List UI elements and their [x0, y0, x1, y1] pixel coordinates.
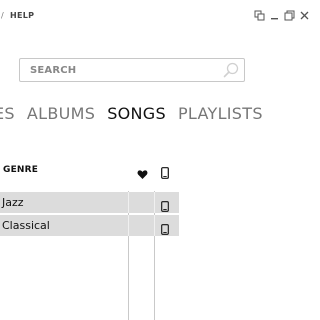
row-genre: Classical	[2, 219, 50, 232]
tab-albums[interactable]: ALBUMS	[27, 104, 95, 123]
cell-divider	[128, 192, 129, 213]
table-row[interactable]: Classical	[0, 215, 179, 236]
search-icon[interactable]	[223, 62, 239, 78]
minimize-icon[interactable]	[269, 10, 280, 21]
heart-icon[interactable]	[137, 165, 148, 179]
cell-divider	[154, 192, 155, 213]
menu-separator: /	[1, 10, 4, 20]
miniplayer-icon[interactable]	[254, 10, 265, 21]
table-row[interactable]: Jazz	[0, 192, 179, 213]
phone-icon[interactable]	[161, 220, 169, 235]
restore-icon[interactable]	[284, 10, 295, 21]
menu-bar: / HELP	[0, 9, 34, 21]
cell-divider	[154, 215, 155, 236]
cell-divider	[128, 215, 129, 236]
library-tabs: ES ALBUMS SONGS PLAYLISTS	[0, 104, 263, 123]
close-icon[interactable]	[299, 10, 310, 21]
menu-help[interactable]: HELP	[10, 11, 34, 20]
phone-icon[interactable]	[161, 197, 169, 212]
tab-playlists[interactable]: PLAYLISTS	[178, 104, 263, 123]
phone-icon[interactable]	[161, 164, 169, 179]
search-input[interactable]	[30, 63, 210, 78]
window-controls	[254, 10, 310, 21]
row-genre: Jazz	[2, 196, 24, 209]
tab-genres[interactable]: ES	[0, 104, 15, 123]
search-box	[19, 58, 245, 82]
column-header-genre[interactable]: GENRE	[3, 165, 38, 175]
tab-songs[interactable]: SONGS	[107, 104, 166, 123]
